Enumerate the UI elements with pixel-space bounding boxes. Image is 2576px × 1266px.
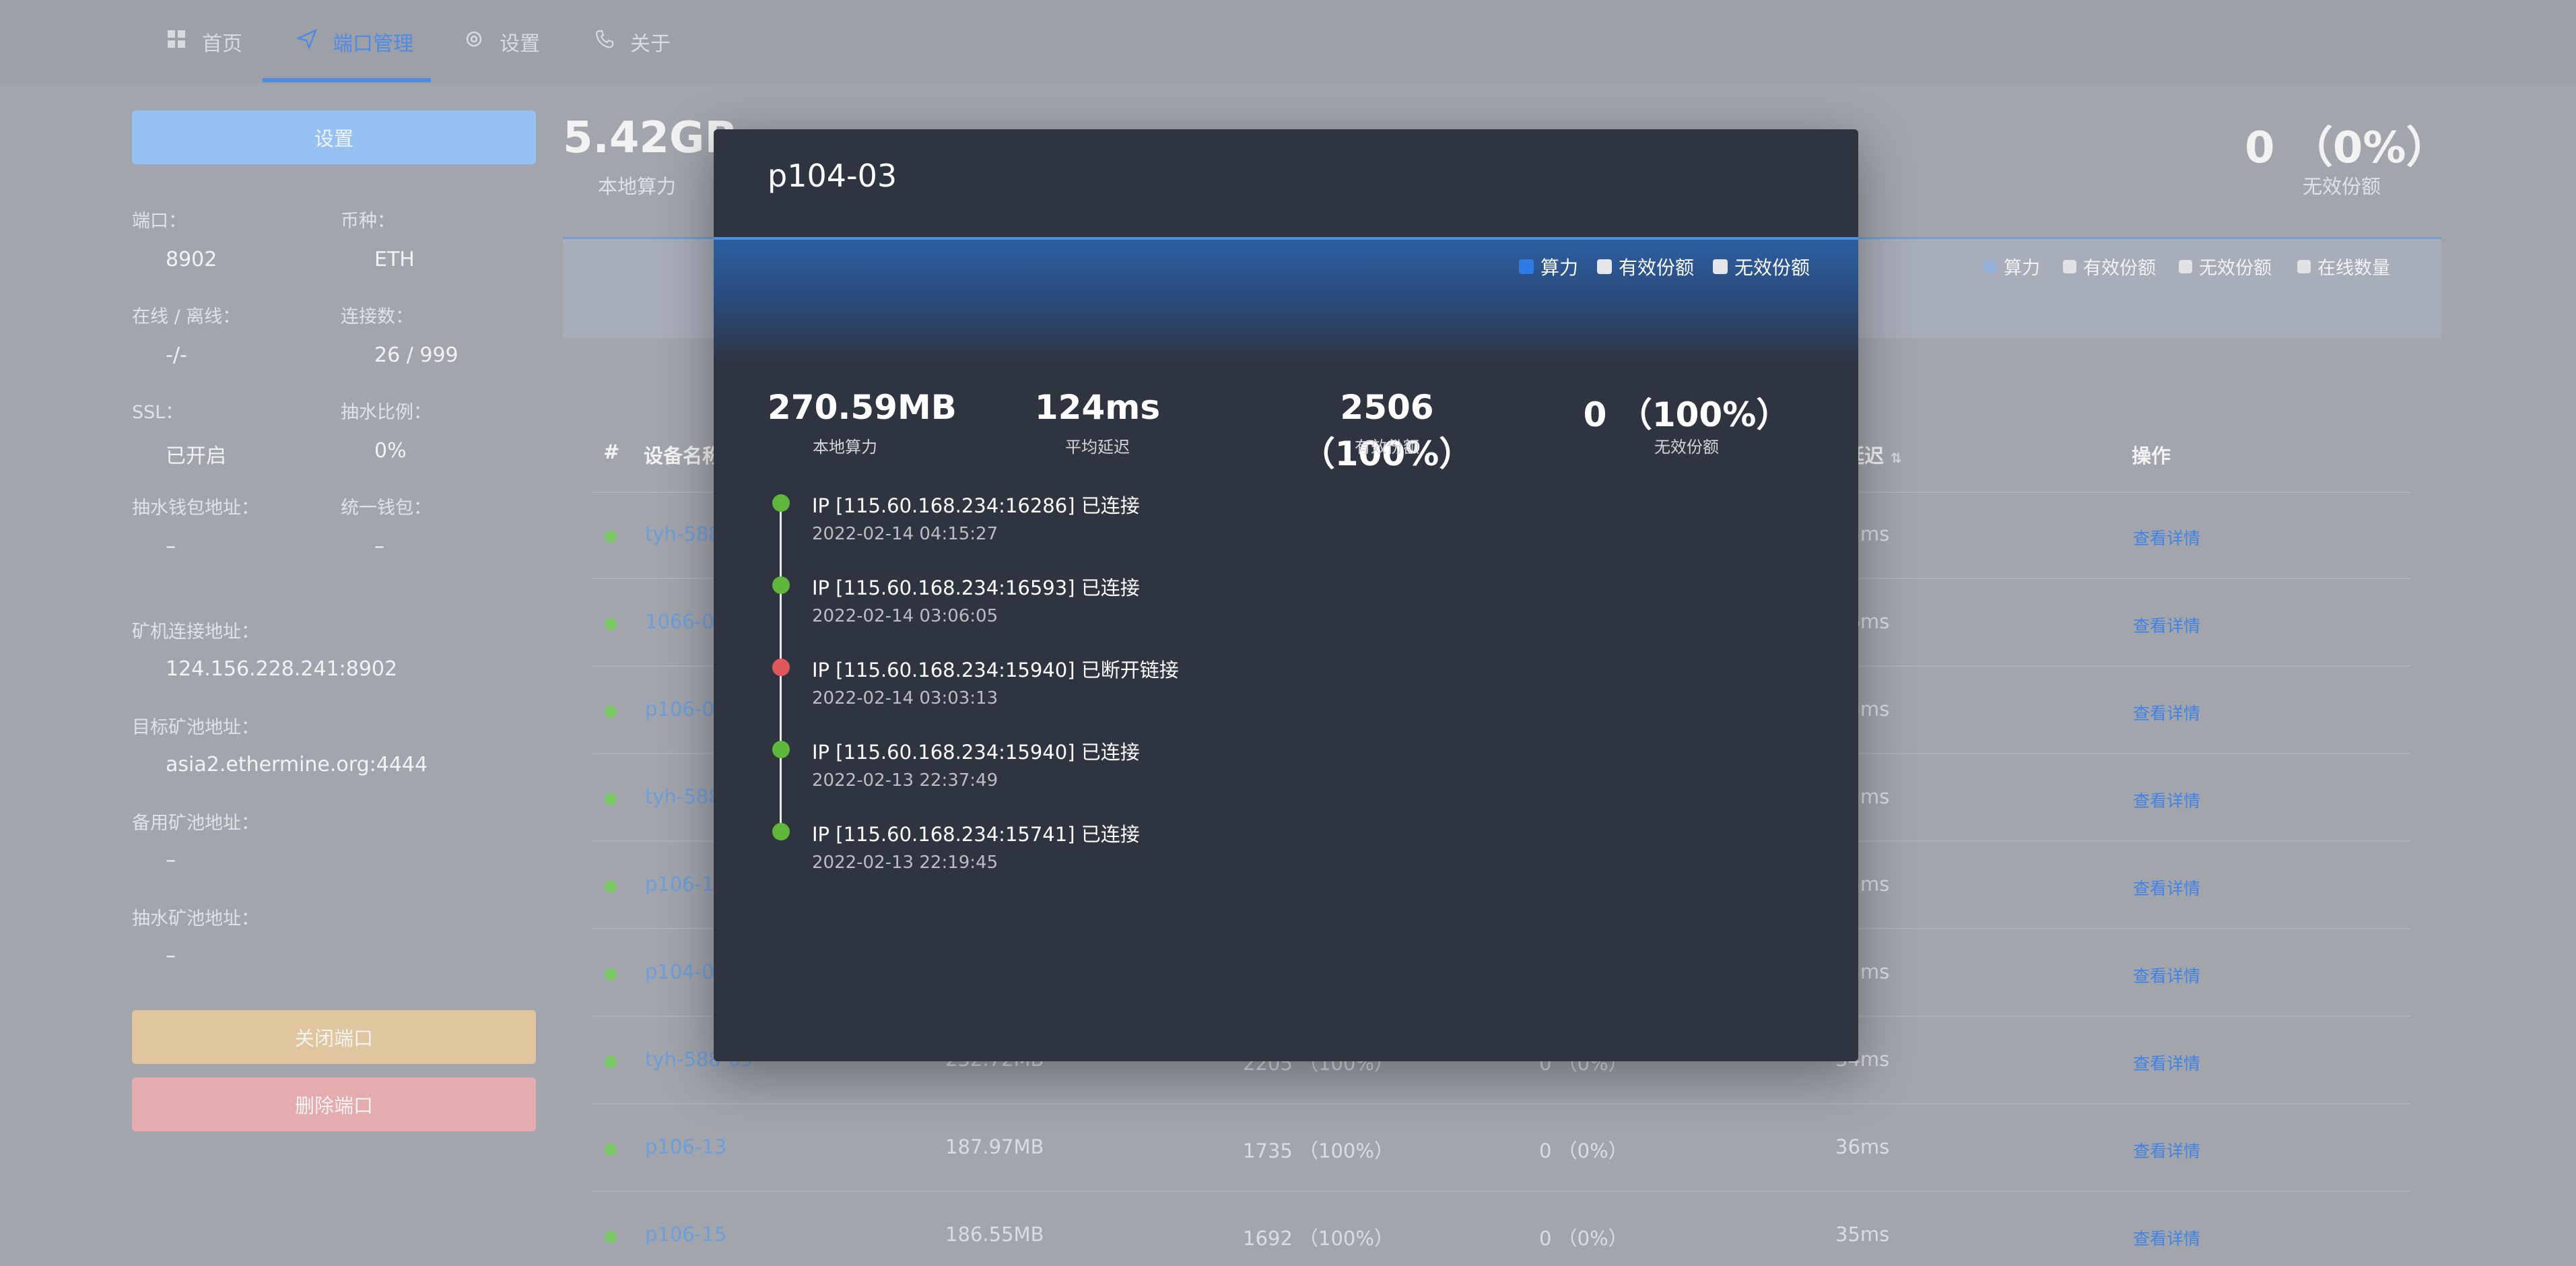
modal-stat-delay-label: 平均延迟: [1065, 438, 1130, 457]
legend-swatch: [1597, 259, 1612, 274]
modal-title: p104-03: [768, 158, 897, 194]
timeline-dot-connected: [772, 494, 790, 512]
timeline-dot-connected: [772, 576, 790, 594]
timeline-event-text: IP [115.60.168.234:16593] 已连接: [812, 576, 1140, 599]
modal-stat-invalid-label: 无效份额: [1654, 438, 1719, 457]
timeline-event-time: 2022-02-14 04:15:27: [812, 524, 998, 544]
modal-stat-hashrate-label: 本地算力: [813, 438, 877, 457]
timeline-event-time: 2022-02-14 03:06:05: [812, 606, 998, 626]
legend-swatch: [1519, 259, 1534, 274]
modal-stat-valid-value: 2506 （100%）: [1301, 388, 1473, 473]
timeline-event-time: 2022-02-13 22:37:49: [812, 770, 998, 791]
timeline-event-time: 2022-02-14 03:03:13: [812, 688, 998, 708]
timeline-event-text: IP [115.60.168.234:16286] 已连接: [812, 494, 1140, 517]
timeline-event-text: IP [115.60.168.234:15741] 已连接: [812, 823, 1140, 846]
timeline-dot-connected: [772, 741, 790, 758]
timeline-dot-connected: [772, 823, 790, 840]
timeline-dot-disconnected: [772, 659, 790, 676]
modal-legend-invalid[interactable]: 无效份额: [1713, 253, 1810, 280]
modal-legend-valid[interactable]: 有效份额: [1597, 253, 1694, 280]
legend-label: 有效份额: [1619, 257, 1695, 279]
modal-stat-invalid-value: 0 （100%）: [1583, 395, 1790, 434]
modal-stat-hashrate-value: 270.59MB: [768, 388, 957, 427]
legend-label: 算力: [1540, 257, 1579, 279]
timeline-event-text: IP [115.60.168.234:15940] 已连接: [812, 741, 1140, 764]
timeline-event-time: 2022-02-13 22:19:45: [812, 853, 998, 873]
modal-stat-delay-value: 124ms: [1034, 388, 1161, 427]
legend-label: 无效份额: [1734, 257, 1810, 279]
legend-swatch: [1713, 259, 1728, 274]
modal-legend-hashrate[interactable]: 算力: [1519, 253, 1578, 280]
timeline-event-text: IP [115.60.168.234:15940] 已断开链接: [812, 659, 1179, 681]
modal-stat-valid-label: 有效份额: [1355, 438, 1419, 457]
